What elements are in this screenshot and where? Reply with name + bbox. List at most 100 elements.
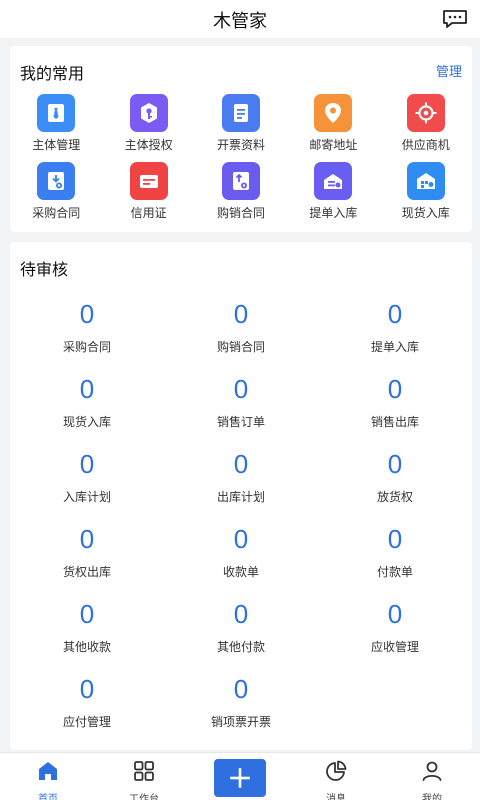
message-icon[interactable] (442, 9, 468, 29)
pending-item[interactable]: 0 应收管理 (318, 598, 472, 662)
home-icon (36, 759, 60, 787)
truck-in-icon (314, 162, 353, 200)
pie-chart-icon (324, 759, 348, 787)
tab-home[interactable]: 首页 (0, 753, 96, 800)
tab-label: 我的 (422, 794, 442, 800)
tab-add (192, 753, 288, 800)
grid-icon (132, 759, 156, 787)
pending-name: 购销合同 (216, 340, 265, 354)
pending-item[interactable]: 0 出库计划 (164, 448, 318, 512)
common-apps-title: 我的常用 (20, 64, 85, 83)
app-mailing-address[interactable]: 邮寄地址 (287, 94, 379, 156)
pending-grid: 0 采购合同 0 购销合同 0 提单入库 0 现货入库 0 销售订单 0 销售出库 0 入库计… (10, 298, 472, 737)
pending-count: 0 (233, 299, 249, 329)
app-entity-authorization[interactable]: 主体授权 (102, 94, 194, 156)
app-purchase-contract[interactable]: 采购合同 (10, 162, 102, 224)
target-icon (406, 94, 445, 132)
tab-label: 消息 (326, 794, 346, 800)
pending-item[interactable]: 0 提单入库 (318, 298, 472, 362)
pending-item[interactable]: 0 其他付款 (164, 598, 318, 662)
key-icon (129, 94, 168, 132)
pending-count: 0 (233, 449, 249, 479)
app-grid: 主体管理 主体授权 开票资料 邮寄地址 供应商机 采购合同 信用证 购销合同 提… (10, 94, 472, 224)
pending-name: 应付管理 (62, 715, 111, 729)
pending-name: 采购合同 (62, 340, 111, 354)
pending-item[interactable]: 0 其他收款 (10, 598, 164, 662)
pending-count: 0 (387, 299, 403, 329)
tab-messages[interactable]: 消息 (288, 753, 384, 800)
app-label: 开票资料 (216, 138, 265, 152)
pending-item[interactable]: 0 购销合同 (164, 298, 318, 362)
pending-count: 0 (387, 524, 403, 554)
pending-item[interactable]: 0 应付管理 (10, 673, 164, 737)
sales-contract-icon (221, 162, 260, 200)
pending-name: 付款单 (376, 565, 413, 579)
app-label: 购销合同 (216, 206, 265, 220)
document-icon (221, 94, 260, 132)
pending-count: 0 (387, 599, 403, 629)
app-label: 邮寄地址 (309, 138, 358, 152)
app-entity-management[interactable]: 主体管理 (10, 94, 102, 156)
pending-name: 货权出库 (62, 565, 111, 579)
pending-count: 0 (79, 524, 95, 554)
tab-mine[interactable]: 我的 (384, 753, 480, 800)
pending-name: 出库计划 (216, 490, 265, 504)
pending-name: 销售出库 (370, 415, 419, 429)
pending-name: 现货入库 (62, 415, 111, 429)
app-bill-of-lading-inbound[interactable]: 提单入库 (287, 162, 379, 224)
pending-item[interactable]: 0 货权出库 (10, 523, 164, 587)
pending-item[interactable]: 0 入库计划 (10, 448, 164, 512)
app-invoice-info[interactable]: 开票资料 (195, 94, 287, 156)
app-label: 供应商机 (401, 138, 450, 152)
credit-card-icon (129, 162, 168, 200)
plus-icon (230, 768, 250, 788)
pending-item[interactable]: 0 采购合同 (10, 298, 164, 362)
app-label: 现货入库 (401, 206, 450, 220)
pending-count: 0 (233, 674, 249, 704)
pending-count: 0 (233, 524, 249, 554)
app-label: 主体管理 (32, 138, 81, 152)
purchase-contract-icon (37, 162, 76, 200)
pending-item[interactable]: 0 放货权 (318, 448, 472, 512)
tie-icon (37, 94, 76, 132)
pending-item[interactable]: 0 付款单 (318, 523, 472, 587)
pending-name: 销项票开票 (210, 715, 271, 729)
pending-name: 入库计划 (62, 490, 111, 504)
warehouse-icon (406, 162, 445, 200)
pending-item[interactable]: 0 销售出库 (318, 373, 472, 437)
app-supplier-opportunity[interactable]: 供应商机 (380, 94, 472, 156)
app-label: 采购合同 (32, 206, 81, 220)
pending-name: 其他付款 (216, 640, 265, 654)
page-title: 木管家 (213, 11, 267, 32)
pending-count: 0 (387, 374, 403, 404)
pending-count: 0 (79, 374, 95, 404)
pending-review-card: 待审核 0 采购合同 0 购销合同 0 提单入库 0 现货入库 0 销售订单 0 销售出库 … (10, 242, 472, 750)
app-label: 信用证 (130, 206, 167, 220)
pending-name: 放货权 (376, 490, 413, 504)
pending-count: 0 (233, 374, 249, 404)
app-sales-contract[interactable]: 购销合同 (195, 162, 287, 224)
pending-count: 0 (233, 599, 249, 629)
pending-count: 0 (79, 299, 95, 329)
pending-name: 销售订单 (216, 415, 265, 429)
bottom-tab-bar: 首页 工作台 消息 我的 (0, 752, 480, 800)
app-spot-inbound[interactable]: 现货入库 (380, 162, 472, 224)
pending-name: 其他收款 (62, 640, 111, 654)
pending-item[interactable]: 0 销项票开票 (164, 673, 318, 737)
app-letter-of-credit[interactable]: 信用证 (102, 162, 194, 224)
location-pin-icon (314, 94, 353, 132)
manage-link[interactable]: 管理 (436, 61, 462, 80)
top-bar: 木管家 (0, 0, 480, 38)
common-apps-card: 我的常用 管理 主体管理 主体授权 开票资料 邮寄地址 供应商机 采购合同 信用… (10, 46, 472, 232)
pending-name: 收款单 (222, 565, 259, 579)
pending-count: 0 (79, 449, 95, 479)
pending-item[interactable]: 0 现货入库 (10, 373, 164, 437)
tab-label: 工作台 (129, 794, 159, 800)
pending-item[interactable]: 0 销售订单 (164, 373, 318, 437)
user-icon (420, 759, 444, 787)
pending-review-title: 待审核 (20, 260, 69, 279)
tab-workbench[interactable]: 工作台 (96, 753, 192, 800)
pending-count: 0 (387, 449, 403, 479)
pending-item[interactable]: 0 收款单 (164, 523, 318, 587)
add-button[interactable] (214, 759, 266, 797)
